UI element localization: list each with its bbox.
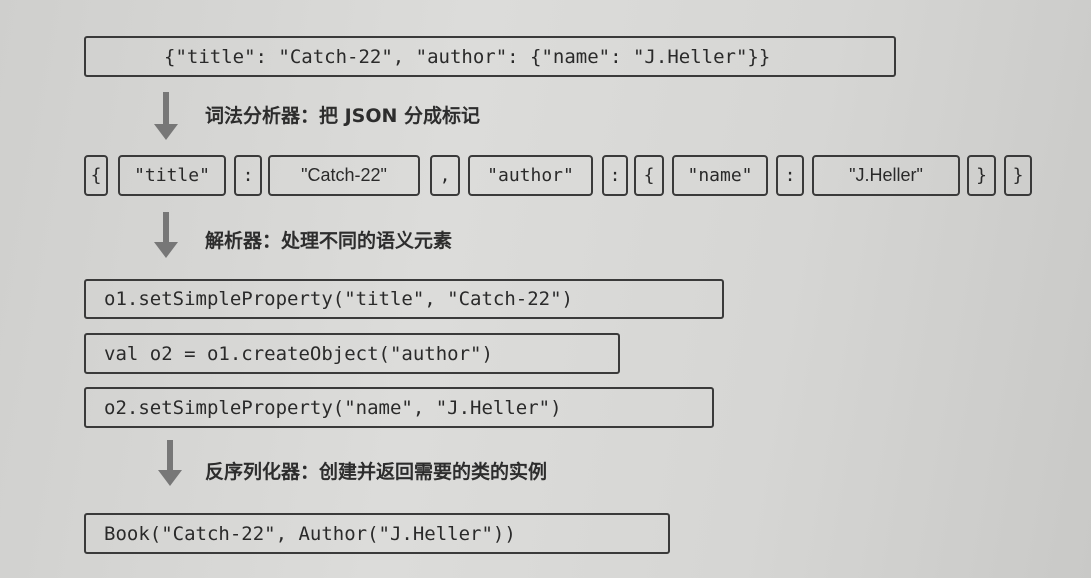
parser-call-box: o1.setSimpleProperty("title", "Catch-22"… [84, 279, 724, 319]
token: "J.Heller" [812, 155, 960, 196]
token: { [84, 155, 108, 196]
parser-call-box: o2.setSimpleProperty("name", "J.Heller") [84, 387, 714, 428]
arrow-down-icon [154, 92, 178, 142]
step-label-parser: 解析器：处理不同的语义元素 [205, 230, 453, 252]
token: { [634, 155, 664, 196]
result-box: Book("Catch-22", Author("J.Heller")) [84, 513, 670, 554]
arrow-down-icon [154, 212, 178, 262]
token: : [234, 155, 262, 196]
step-label-lexer: 词法分析器：把 JSON 分成标记 [205, 105, 481, 127]
token: "author" [468, 155, 593, 196]
token: } [967, 155, 996, 196]
token: "title" [118, 155, 226, 196]
token: : [602, 155, 628, 196]
token: : [776, 155, 804, 196]
arrow-down-icon [158, 440, 182, 490]
token: "name" [672, 155, 768, 196]
token: "Catch-22" [268, 155, 420, 196]
token: , [430, 155, 460, 196]
token: } [1004, 155, 1032, 196]
step-label-deserializer: 反序列化器：创建并返回需要的类的实例 [205, 461, 548, 483]
json-input-box: {"title": "Catch-22", "author": {"name":… [84, 36, 896, 77]
parser-call-box: val o2 = o1.createObject("author") [84, 333, 620, 374]
